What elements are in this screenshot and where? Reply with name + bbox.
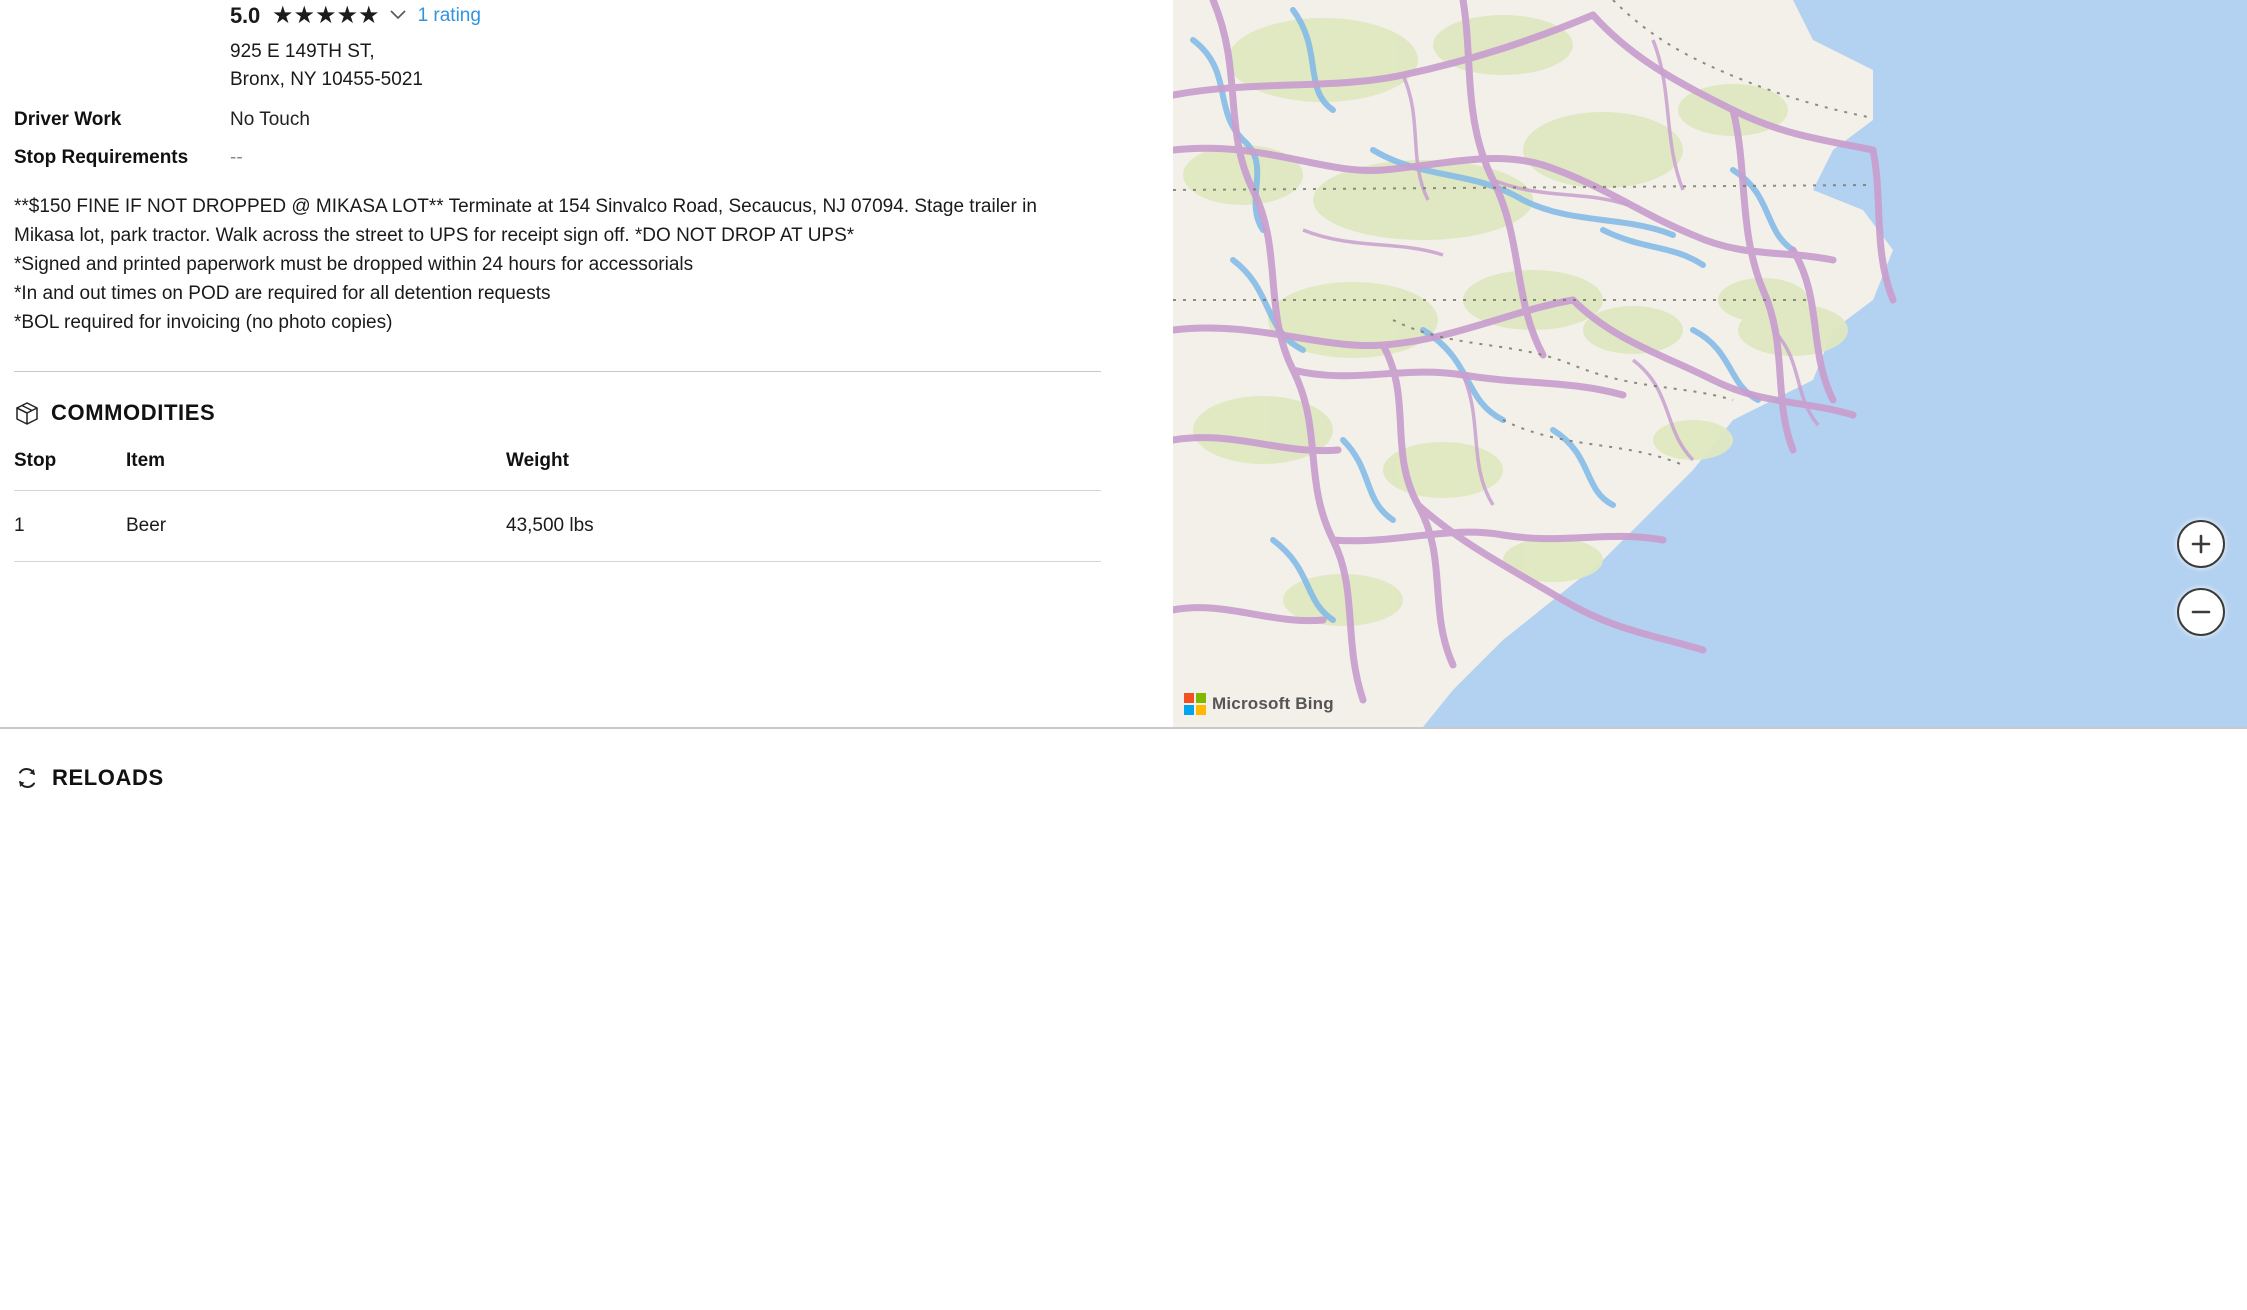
cell-item: Beer (126, 490, 506, 563)
rating-score: 5.0 (230, 3, 260, 28)
column-header-stop: Stop (14, 450, 57, 472)
reloads-section: RELOADS RELOAD 26476794 6.5 hrs after la… (0, 729, 2247, 1310)
driver-work-label: Driver Work (14, 109, 122, 131)
microsoft-logo-icon (1184, 693, 1206, 715)
minus-icon (2191, 610, 2211, 614)
column-header-weight: Weight (506, 450, 569, 472)
stop-requirements-row: Stop Requirements -- (14, 147, 1173, 169)
rating-count-link[interactable]: 1 rating (418, 5, 481, 27)
load-details-page: 5.0 ★★★★★ 1 rating 925 E 149TH ST, Bronx… (0, 0, 2247, 1310)
map-canvas (1173, 0, 2247, 727)
stop-notes: **$150 FINE IF NOT DROPPED @ MIKASA LOT*… (14, 193, 1084, 337)
commodities-header-row: Stop Item Weight (14, 450, 1101, 491)
commodities-table: Stop Item Weight 1 Beer 43,500 lbs (14, 450, 1101, 563)
top-area: 5.0 ★★★★★ 1 rating 925 E 149TH ST, Bronx… (0, 0, 2247, 728)
stop-requirements-label: Stop Requirements (14, 147, 189, 169)
address-line-1: 925 E 149TH ST, (230, 41, 375, 62)
cell-weight: 43,500 lbs (506, 490, 1101, 563)
reloads-title: RELOADS (52, 765, 164, 790)
commodities-header: COMMODITIES (14, 400, 1173, 426)
cell-stop: 1 (14, 490, 126, 563)
table-row: 1 Beer 43,500 lbs (14, 490, 1101, 563)
load-details-pane: 5.0 ★★★★★ 1 rating 925 E 149TH ST, Bronx… (0, 0, 1173, 727)
stop-address: 925 E 149TH ST, Bronx, NY 10455-5021 (14, 38, 1173, 93)
commodities-title: COMMODITIES (51, 400, 216, 426)
section-divider (14, 371, 1101, 373)
note-line-1: **$150 FINE IF NOT DROPPED @ MIKASA LOT*… (14, 196, 1037, 246)
microsoft-bing-logo: Microsoft Bing (1184, 693, 1334, 715)
plus-icon (2191, 534, 2211, 554)
refresh-icon (14, 765, 40, 791)
note-line-2: *Signed and printed paperwork must be dr… (14, 253, 694, 275)
rating-row: 5.0 ★★★★★ 1 rating (14, 0, 1173, 32)
stop-requirements-value: -- (230, 147, 243, 169)
note-line-3: *In and out times on POD are required fo… (14, 282, 551, 304)
package-box-icon (14, 400, 40, 426)
map-zoom-out-button[interactable] (2177, 588, 2225, 636)
reloads-header: RELOADS (0, 729, 2247, 791)
route-map[interactable]: Microsoft Bing (1173, 0, 2247, 727)
address-line-2: Bronx, NY 10455-5021 (230, 68, 423, 90)
map-zoom-in-button[interactable] (2177, 520, 2225, 568)
driver-work-row: Driver Work No Touch (14, 109, 1173, 131)
star-rating-icon: ★★★★★ (271, 2, 380, 29)
chevron-down-icon[interactable] (389, 7, 406, 25)
driver-work-value: No Touch (230, 109, 310, 131)
bing-logo-text: Microsoft Bing (1212, 694, 1334, 713)
note-line-4: *BOL required for invoicing (no photo co… (14, 311, 393, 333)
map-zoom-controls (2177, 520, 2225, 636)
column-header-item: Item (126, 450, 166, 472)
